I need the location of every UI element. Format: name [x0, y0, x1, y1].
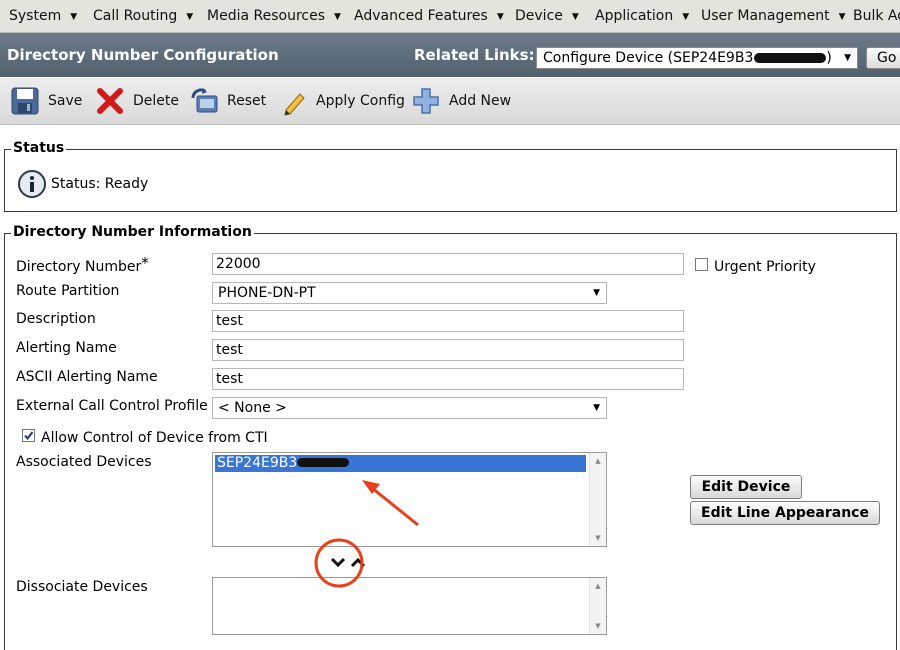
directory-number-label-text: Directory Number	[16, 259, 142, 275]
page-title: Directory Number Configuration	[7, 46, 279, 64]
move-arrows	[330, 557, 366, 568]
redaction-mark	[754, 53, 827, 63]
list-item[interactable]: SEP24E9B3	[215, 455, 586, 472]
menu-label: Media Resources	[207, 8, 325, 24]
description-label: Description	[16, 311, 96, 327]
save-icon	[11, 87, 39, 115]
allow-cti-label: Allow Control of Device from CTI	[41, 430, 268, 446]
urgent-priority-label: Urgent Priority	[714, 259, 816, 275]
ascii-alerting-name-label: ASCII Alerting Name	[16, 369, 158, 385]
associated-devices-list[interactable]: SEP24E9B3 ▲ ▼	[212, 452, 607, 547]
dissociate-devices-list[interactable]: ▲ ▼	[212, 577, 607, 635]
dropdown-arrow-icon: ▼	[844, 53, 851, 63]
move-down-arrow-icon[interactable]	[330, 557, 346, 568]
status-fieldset: Status Status: Ready	[4, 140, 897, 212]
caret-down-icon: ▼	[334, 12, 341, 22]
vertical-scrollbar[interactable]: ▲ ▼	[589, 578, 606, 634]
caret-down-icon: ▼	[571, 12, 579, 22]
edit-device-button[interactable]: Edit Device	[690, 475, 802, 499]
ascii-alerting-name-field[interactable]: test	[212, 368, 684, 390]
menu-bulk-administration[interactable]: Bulk Ad	[853, 0, 900, 32]
scroll-down-arrow-icon[interactable]: ▼	[590, 622, 606, 630]
menu-label: Call Routing	[93, 8, 178, 24]
related-links-label: Related Links:	[414, 46, 535, 64]
add-new-label: Add New	[449, 93, 512, 109]
delete-x-icon	[97, 88, 123, 114]
menu-device[interactable]: Device ▼	[515, 0, 579, 32]
apply-config-button[interactable]: Apply Config	[282, 78, 405, 124]
associated-devices-label: Associated Devices	[16, 454, 152, 470]
move-up-arrow-icon[interactable]	[350, 557, 366, 568]
alerting-name-label: Alerting Name	[16, 340, 117, 356]
add-new-button[interactable]: Add New	[411, 78, 511, 124]
dissociate-devices-label: Dissociate Devices	[16, 579, 148, 595]
menu-call-routing[interactable]: Call Routing ▼	[93, 0, 193, 32]
required-mark: *	[141, 254, 149, 272]
status-text: Status: Ready	[51, 176, 149, 192]
menu-label: User Management	[701, 8, 830, 24]
dropdown-arrow-icon: ▼	[593, 403, 600, 413]
dn-info-legend: Directory Number Information	[11, 224, 254, 240]
menu-label: Device	[515, 8, 563, 24]
directory-number-field[interactable]: 22000	[212, 253, 684, 275]
scroll-up-arrow-icon[interactable]: ▲	[590, 582, 606, 590]
status-legend: Status	[11, 140, 67, 156]
related-links-closing-paren: )	[826, 50, 832, 66]
edit-line-appearance-button[interactable]: Edit Line Appearance	[690, 501, 880, 525]
scroll-down-arrow-icon[interactable]: ▼	[590, 534, 606, 542]
caret-down-icon: ▼	[186, 12, 194, 22]
info-icon	[18, 170, 46, 198]
route-partition-select[interactable]: PHONE-DN-PT ▼	[212, 282, 607, 304]
caret-down-icon: ▼	[682, 12, 690, 22]
save-label: Save	[48, 93, 83, 109]
description-field[interactable]: test	[212, 310, 684, 332]
external-call-control-label: External Call Control Profile	[16, 398, 208, 414]
alerting-name-field[interactable]: test	[212, 339, 684, 361]
menu-system[interactable]: System ▼	[9, 0, 77, 32]
allow-cti-checkbox[interactable]	[22, 429, 35, 442]
scroll-up-arrow-icon[interactable]: ▲	[590, 457, 606, 465]
caret-down-icon: ▼	[70, 12, 78, 22]
vertical-scrollbar[interactable]: ▲ ▼	[589, 453, 606, 546]
delete-button[interactable]: Delete	[95, 78, 179, 124]
menu-label: Bulk Ad	[853, 8, 900, 24]
top-menu-bar: System ▼ Call Routing ▼ Media Resources ▼ A…	[0, 0, 900, 33]
urgent-priority-checkbox[interactable]	[695, 258, 708, 271]
menu-label: System	[9, 8, 62, 24]
menu-media-resources[interactable]: Media Resources ▼	[207, 0, 341, 32]
delete-label: Delete	[133, 93, 179, 109]
route-partition-value: PHONE-DN-PT	[218, 285, 316, 301]
reset-label: Reset	[227, 93, 267, 109]
related-links-select[interactable]: Configure Device (SEP24E9B3) ▼	[536, 47, 858, 69]
directory-number-label: Directory Number*	[16, 254, 149, 275]
reset-icon	[191, 88, 218, 113]
save-button[interactable]: Save	[10, 78, 82, 124]
plus-icon	[413, 88, 439, 114]
reset-button[interactable]: Reset	[189, 78, 266, 124]
caret-down-icon: ▼	[838, 12, 846, 22]
menu-application[interactable]: Application ▼	[595, 0, 689, 32]
menu-label: Advanced Features	[354, 8, 488, 24]
toolbar: Save Delete Reset Apply Config Add New	[0, 78, 900, 125]
menu-user-management[interactable]: User Management ▼	[701, 0, 846, 32]
apply-config-label: Apply Config	[316, 93, 405, 109]
caret-down-icon: ▼	[496, 12, 504, 22]
route-partition-label: Route Partition	[16, 283, 120, 299]
menu-label: Application	[595, 8, 674, 24]
go-button[interactable]: Go	[866, 47, 900, 69]
redaction-mark	[297, 458, 350, 467]
menu-advanced-features[interactable]: Advanced Features ▼	[354, 0, 504, 32]
dropdown-arrow-icon: ▼	[593, 288, 600, 298]
checkmark-icon	[24, 431, 34, 441]
pencil-icon	[284, 93, 305, 116]
external-call-control-select[interactable]: < None > ▼	[212, 397, 607, 419]
related-links-value: Configure Device (SEP24E9B3	[543, 50, 754, 66]
associated-device-name: SEP24E9B3	[217, 455, 298, 471]
external-call-control-value: < None >	[218, 400, 287, 416]
